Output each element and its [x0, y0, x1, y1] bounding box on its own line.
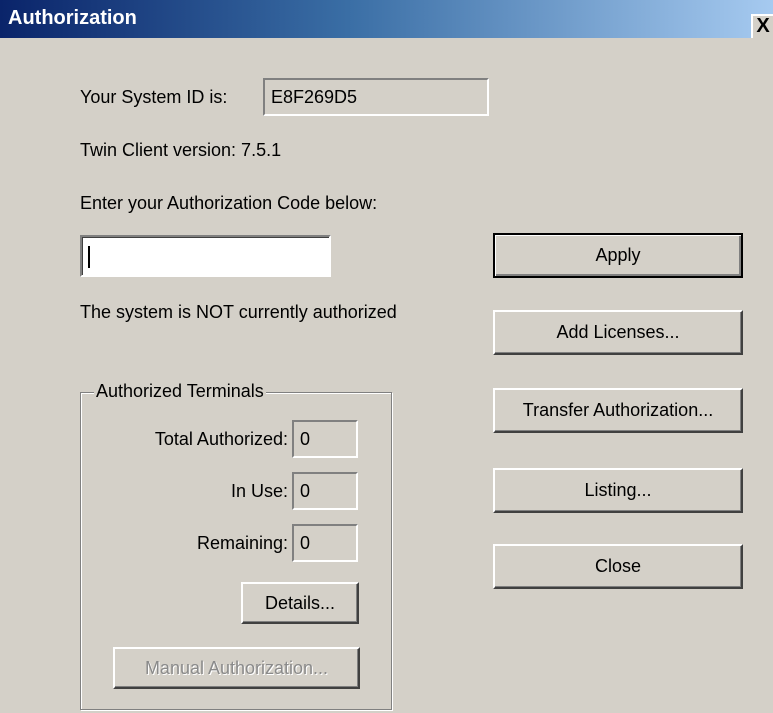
title-bar[interactable]: Authorization X: [0, 0, 773, 38]
system-id-field: E8F269D5: [263, 78, 489, 116]
listing-button[interactable]: Listing...: [493, 468, 743, 513]
in-use-label: In Use:: [230, 481, 288, 501]
total-authorized-label: Total Authorized:: [154, 429, 288, 449]
close-icon: X: [756, 15, 770, 37]
remaining-label: Remaining:: [196, 533, 288, 553]
text-caret: [88, 246, 90, 268]
apply-button[interactable]: Apply: [493, 233, 743, 278]
manual-authorization-button[interactable]: Manual Authorization...: [113, 647, 360, 689]
close-button[interactable]: Close: [493, 544, 743, 589]
remaining-value: 0: [292, 524, 358, 562]
authorization-status: The system is NOT currently authorized: [80, 302, 397, 322]
window-title: Authorization: [8, 7, 137, 29]
auth-code-input[interactable]: [80, 235, 331, 277]
authorized-terminals-title: Authorized Terminals: [94, 381, 266, 402]
transfer-authorization-button[interactable]: Transfer Authorization...: [493, 388, 743, 433]
auth-code-prompt: Enter your Authorization Code below:: [80, 193, 378, 213]
authorization-dialog: Authorization X Your System ID is: E8F26…: [0, 0, 773, 713]
version-text: Twin Client version: 7.5.1: [80, 140, 282, 160]
system-id-label: Your System ID is:: [80, 87, 228, 107]
total-authorized-value: 0: [292, 420, 358, 458]
details-button[interactable]: Details...: [241, 582, 359, 624]
close-window-button[interactable]: X: [751, 14, 773, 38]
in-use-value: 0: [292, 472, 358, 510]
add-licenses-button[interactable]: Add Licenses...: [493, 310, 743, 355]
